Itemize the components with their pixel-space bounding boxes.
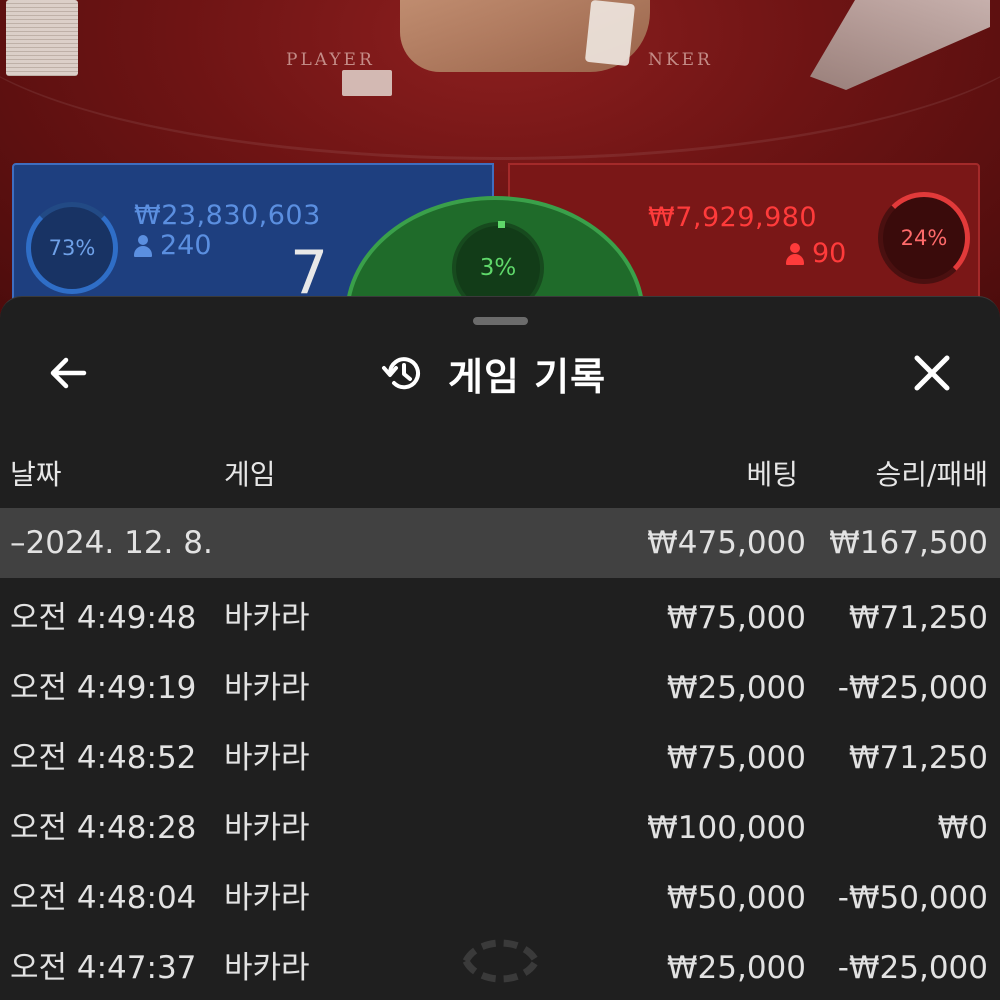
row-game: 바카라	[224, 810, 310, 846]
day-summary-bet: ₩475,000	[647, 525, 806, 561]
dealer-card	[584, 0, 636, 67]
history-row[interactable]: 오전 4:48:04 바카라 ₩50,000 -₩50,000	[0, 863, 1000, 933]
row-time: 오전 4:49:19	[10, 670, 197, 706]
row-time: 오전 4:48:04	[10, 880, 197, 916]
day-summary-date: –2024. 12. 8.	[10, 525, 213, 561]
row-time: 오전 4:47:37	[10, 950, 197, 986]
row-bet: ₩100,000	[647, 810, 806, 846]
row-game: 바카라	[224, 600, 310, 636]
column-header-game: 게임	[224, 458, 276, 491]
close-button[interactable]	[908, 349, 956, 397]
row-win-loss: -₩50,000	[837, 880, 988, 916]
column-header-bet: 베팅	[746, 458, 798, 491]
row-bet: ₩25,000	[666, 950, 806, 986]
row-win-loss: ₩71,250	[848, 740, 988, 776]
row-bet: ₩50,000	[666, 880, 806, 916]
banker-percent-ring: 24%	[878, 192, 970, 284]
history-row[interactable]: 오전 4:49:19 바카라 ₩25,000 -₩25,000	[0, 653, 1000, 723]
row-bet: ₩25,000	[666, 670, 806, 706]
arrow-left-icon	[50, 357, 87, 389]
player-bettor-count: 240	[134, 230, 212, 261]
banker-bettor-count: 90	[786, 238, 846, 269]
player-bet-total: ₩23,830,603	[134, 200, 321, 231]
player-count-value: 240	[160, 230, 212, 261]
banker-percent: 24%	[900, 226, 948, 250]
sheet-drag-handle[interactable]	[473, 317, 528, 325]
row-win-loss: -₩25,000	[837, 670, 988, 706]
back-button[interactable]	[44, 349, 92, 397]
banker-table-label: NKER	[648, 50, 713, 70]
history-row[interactable]: 오전 4:48:52 바카라 ₩75,000 ₩71,250	[0, 723, 1000, 793]
row-time: 오전 4:49:48	[10, 600, 197, 636]
banker-count-value: 90	[812, 238, 847, 269]
history-icon	[382, 357, 420, 390]
history-row[interactable]: 오전 4:49:48 바카라 ₩75,000 ₩71,250	[0, 583, 1000, 653]
player-percent-ring: 73%	[26, 202, 118, 294]
sheet-title: 게임 기록	[448, 354, 607, 399]
row-win-loss: ₩0	[937, 810, 988, 846]
card-stack	[6, 0, 78, 76]
player-percent: 73%	[48, 236, 96, 260]
row-win-loss: ₩71,250	[848, 600, 988, 636]
tie-percent: 3%	[479, 255, 517, 281]
row-game: 바카라	[224, 670, 310, 706]
player-table-label: PLAYER	[286, 50, 375, 70]
person-icon	[134, 234, 152, 257]
column-header-date: 날짜	[10, 458, 62, 491]
row-game: 바카라	[224, 880, 310, 916]
row-game: 바카라	[224, 740, 310, 776]
column-header-win-loss: 승리/패배	[875, 458, 988, 491]
row-game: 바카라	[224, 950, 310, 986]
row-bet: ₩75,000	[666, 600, 806, 636]
loading-spinner-icon	[462, 939, 540, 983]
banker-bet-total: ₩7,929,980	[648, 202, 818, 233]
day-summary-row[interactable]: –2024. 12. 8. ₩475,000 ₩167,500	[0, 508, 1000, 578]
sheet-header: 게임 기록	[380, 343, 606, 403]
day-summary-win-loss: ₩167,500	[829, 525, 988, 561]
row-win-loss: -₩25,000	[837, 950, 988, 986]
close-icon	[914, 355, 950, 391]
row-time: 오전 4:48:52	[10, 740, 197, 776]
history-row[interactable]: 오전 4:48:28 바카라 ₩100,000 ₩0	[0, 793, 1000, 863]
row-time: 오전 4:48:28	[10, 810, 197, 846]
row-bet: ₩75,000	[666, 740, 806, 776]
game-history-sheet: 게임 기록 날짜 게임 베팅 승리/패배 –2024. 12. 8. ₩475,…	[0, 296, 1000, 1000]
person-icon	[786, 242, 804, 265]
table-card	[342, 70, 392, 96]
